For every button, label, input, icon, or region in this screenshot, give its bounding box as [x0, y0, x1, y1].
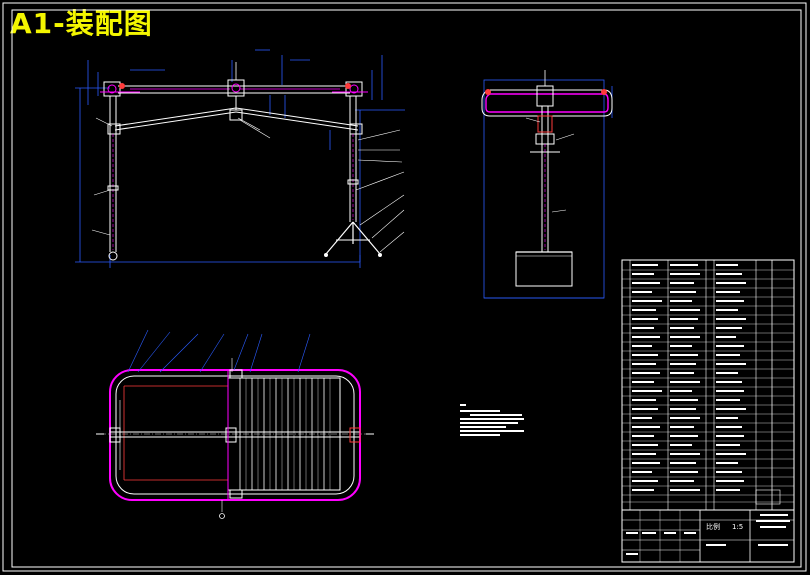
scale-label: 比例: [706, 522, 720, 531]
drawing-sheet: A1-装配图 比例 1:5: [0, 0, 810, 575]
side-view: [481, 70, 613, 299]
scale-value: 1:5: [732, 523, 743, 531]
cad-canvas: 比例 1:5: [2, 2, 807, 572]
parts-list-and-title-block: [621, 259, 795, 563]
front-view: [75, 49, 405, 268]
inner-border: [11, 9, 802, 568]
plan-view: [96, 329, 374, 519]
technical-notes: [460, 404, 524, 436]
